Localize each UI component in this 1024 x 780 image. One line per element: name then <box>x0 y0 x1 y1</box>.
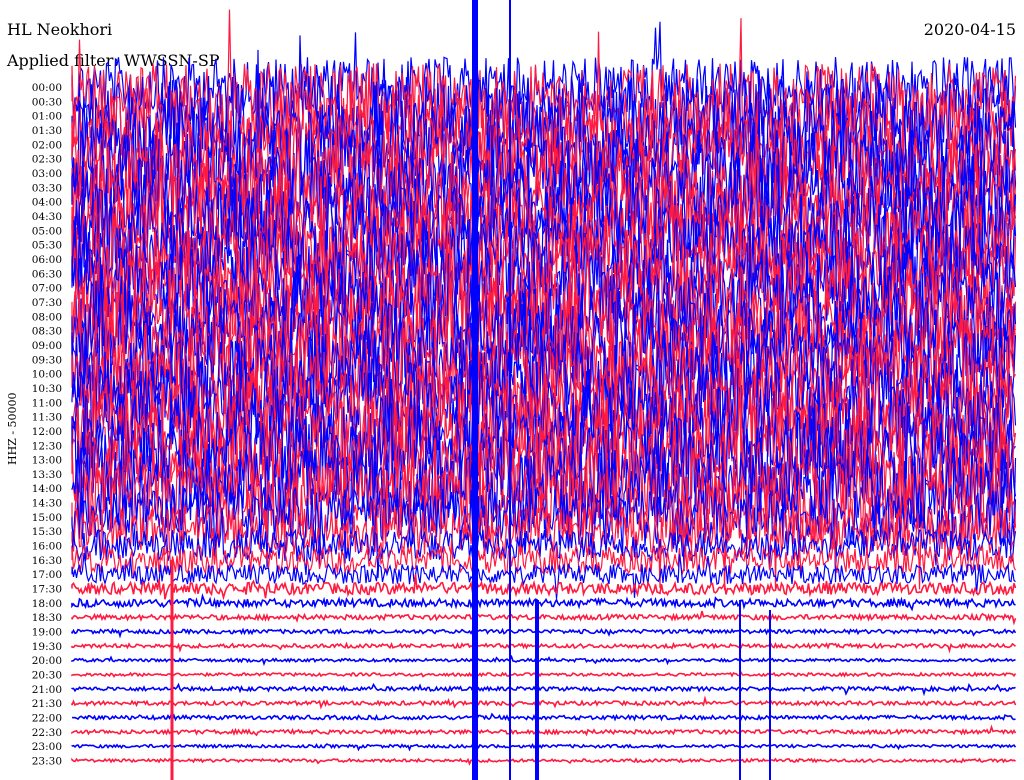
y-tick-label: 15:30 <box>32 526 62 538</box>
trace-2030 <box>71 670 1017 678</box>
y-tick-label: 01:30 <box>32 125 62 137</box>
y-tick-label: 07:30 <box>32 297 62 309</box>
trace-2330 <box>71 757 1016 766</box>
y-tick-label: 13:30 <box>32 469 62 481</box>
trace-1830 <box>71 610 1017 626</box>
y-tick-label: 17:00 <box>32 569 62 581</box>
trace-1800 <box>71 592 1016 612</box>
y-tick-label: 01:00 <box>32 111 62 123</box>
y-tick-label: 02:00 <box>32 139 62 151</box>
y-tick-label: 17:30 <box>32 584 62 596</box>
y-tick-label: 20:00 <box>32 655 62 667</box>
y-tick-label: 22:00 <box>32 713 62 725</box>
y-tick-label: 13:00 <box>32 455 62 467</box>
y-tick-label: 04:30 <box>32 211 62 223</box>
y-tick-label: 08:00 <box>32 311 62 323</box>
y-tick-label: 18:00 <box>32 598 62 610</box>
y-tick-label: 05:30 <box>32 240 62 252</box>
y-tick-label: 06:30 <box>32 268 62 280</box>
y-tick-label: 05:00 <box>32 225 62 237</box>
trace-2100 <box>71 682 1016 697</box>
y-tick-label: 10:30 <box>32 383 62 395</box>
seismogram-plot: 00:00 00:30 01:00 01:30 02:00 02:30 03:00 03:30… <box>32 0 1017 780</box>
y-tick-label: 04:00 <box>32 197 62 209</box>
y-tick-label: 14:00 <box>32 483 62 495</box>
trace-2000 <box>71 654 1016 667</box>
y-tick-label: 16:30 <box>32 555 62 567</box>
y-tick-label: 02:30 <box>32 154 62 166</box>
y-tick-label: 03:30 <box>32 182 62 194</box>
trace-2200 <box>71 712 1016 722</box>
y-tick-label: 00:30 <box>32 96 62 108</box>
tick-group: 00:00 00:30 01:00 01:30 02:00 02:30 03:00 03:30… <box>32 82 62 768</box>
trace-2300 <box>71 743 1017 752</box>
trace-group <box>71 0 1017 780</box>
y-tick-label: 06:00 <box>32 254 62 266</box>
trace-1900 <box>71 627 1017 639</box>
y-tick-label: 09:30 <box>32 354 62 366</box>
y-tick-label: 22:30 <box>32 727 62 739</box>
y-tick-label: 16:00 <box>32 541 62 553</box>
y-tick-label: 08:30 <box>32 326 62 338</box>
y-tick-label: 18:30 <box>32 612 62 624</box>
trace-1930 <box>71 641 1017 654</box>
y-tick-label: 19:30 <box>32 641 62 653</box>
y-tick-label: 03:00 <box>32 168 62 180</box>
y-tick-label: 09:00 <box>32 340 62 352</box>
y-tick-label: 23:30 <box>32 756 62 768</box>
trace-2130 <box>71 695 1017 710</box>
y-tick-label: 21:30 <box>32 698 62 710</box>
y-tick-label: 15:00 <box>32 512 62 524</box>
y-tick-label: 12:30 <box>32 440 62 452</box>
y-tick-label: 21:00 <box>32 684 62 696</box>
y-tick-label: 20:30 <box>32 670 62 682</box>
y-tick-label: 07:00 <box>32 283 62 295</box>
y-tick-label: 14:30 <box>32 498 62 510</box>
y-tick-label: 23:00 <box>32 741 62 753</box>
y-tick-label: 19:00 <box>32 627 62 639</box>
y-tick-label: 12:00 <box>32 426 62 438</box>
y-tick-label: 11:30 <box>32 412 62 424</box>
trace-2230 <box>71 724 1017 737</box>
y-tick-label: 10:00 <box>32 369 62 381</box>
y-tick-label: 00:00 <box>32 82 62 94</box>
y-tick-label: 11:00 <box>32 397 62 409</box>
